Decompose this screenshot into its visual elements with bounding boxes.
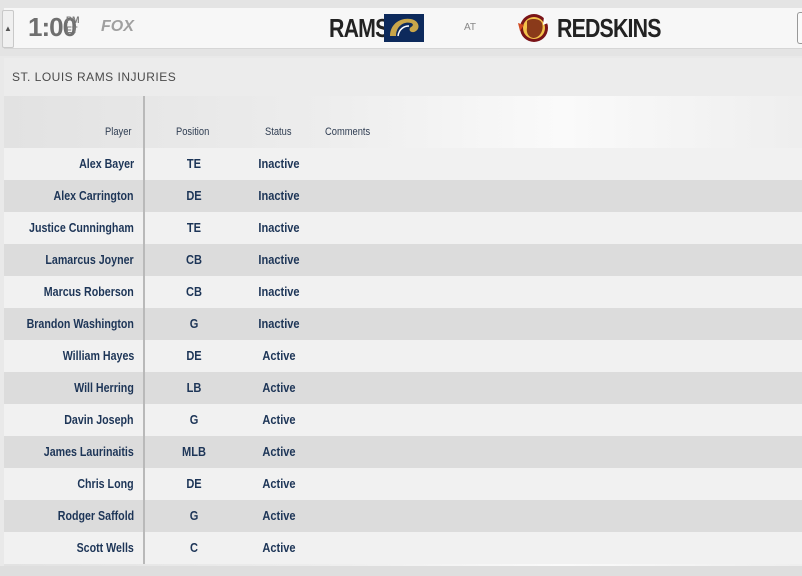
rams-horn-logo-icon [384, 14, 424, 42]
scroll-up-button[interactable]: ▲ [2, 10, 14, 48]
game-header: ▲ 1:00 PM ET FOX RAMS AT REDSKINS [0, 0, 802, 56]
player-position: G [189, 508, 199, 523]
table-row: Lamarcus Joyner CB Inactive [4, 244, 802, 276]
player-position: DE [186, 188, 202, 203]
player-position: DE [186, 476, 202, 491]
table-row: James Laurinaitis MLB Active [4, 436, 802, 468]
player-name[interactable]: Alex Bayer [79, 148, 134, 180]
player-position: C [190, 540, 198, 555]
player-status: Active [262, 348, 296, 363]
column-header-comments[interactable]: Comments [325, 126, 370, 138]
bottom-strip [0, 566, 802, 576]
player-status: Inactive [258, 156, 300, 171]
player-name[interactable]: William Hayes [62, 340, 134, 372]
player-status: Inactive [258, 188, 300, 203]
time-ampm: PM [66, 15, 80, 25]
game-time-suffix: PM ET [66, 15, 80, 35]
player-position: MLB [182, 444, 206, 459]
player-status: Inactive [258, 252, 300, 267]
player-name[interactable]: James Laurinaitis [44, 436, 134, 468]
player-status: Active [262, 444, 296, 459]
player-position: DE [186, 348, 202, 363]
player-status: Inactive [258, 220, 300, 235]
player-status: Inactive [258, 316, 300, 331]
table-row: Marcus Roberson CB Inactive [4, 276, 802, 308]
player-position: TE [186, 220, 202, 235]
table-row: Justice Cunningham TE Inactive [4, 212, 802, 244]
time-zone: ET [66, 25, 78, 35]
player-position: CB [186, 284, 202, 299]
away-team-name[interactable]: RAMS [329, 13, 389, 43]
player-name[interactable]: Davin Joseph [65, 404, 134, 436]
table-row: Rodger Saffold G Active [4, 500, 802, 532]
player-name[interactable]: Chris Long [78, 468, 134, 500]
table-row: Alex Carrington DE Inactive [4, 180, 802, 212]
table-row: William Hayes DE Active [4, 340, 802, 372]
section-title: ST. LOUIS RAMS INJURIES [12, 70, 177, 84]
player-status: Active [262, 476, 296, 491]
table-row: Chris Long DE Active [4, 468, 802, 500]
player-status: Active [262, 380, 296, 395]
player-name[interactable]: Marcus Roberson [44, 276, 134, 308]
player-status: Active [262, 508, 296, 523]
player-position: CB [186, 252, 202, 267]
column-divider [143, 96, 145, 564]
player-name[interactable]: Will Herring [74, 372, 134, 404]
column-header-player[interactable]: Player [105, 126, 132, 138]
player-status: Active [262, 412, 296, 427]
player-position: TE [186, 156, 202, 171]
player-name[interactable]: Justice Cunningham [29, 212, 134, 244]
network-label: FOX [101, 18, 134, 35]
redskins-head-logo-icon [518, 14, 548, 42]
player-position: G [189, 412, 199, 427]
player-name[interactable]: Lamarcus Joyner [46, 244, 134, 276]
table-row: Scott Wells C Active [4, 532, 802, 564]
table-row: Alex Bayer TE Inactive [4, 148, 802, 180]
player-position: G [189, 316, 199, 331]
scroll-right-button[interactable] [797, 12, 802, 44]
player-position: LB [186, 380, 202, 395]
table-row: Will Herring LB Active [4, 372, 802, 404]
home-team-name[interactable]: REDSKINS [557, 13, 661, 43]
column-header-position[interactable]: Position [176, 126, 209, 138]
player-name[interactable]: Rodger Saffold [58, 500, 134, 532]
player-name[interactable]: Alex Carrington [54, 180, 134, 212]
at-label: AT [464, 22, 477, 33]
player-name[interactable]: Brandon Washington [27, 308, 134, 340]
table-row: Davin Joseph G Active [4, 404, 802, 436]
player-status: Inactive [258, 284, 300, 299]
table-row: Brandon Washington G Inactive [4, 308, 802, 340]
column-header-status[interactable]: Status [265, 126, 292, 138]
player-status: Active [262, 540, 296, 555]
player-name[interactable]: Scott Wells [77, 532, 134, 564]
